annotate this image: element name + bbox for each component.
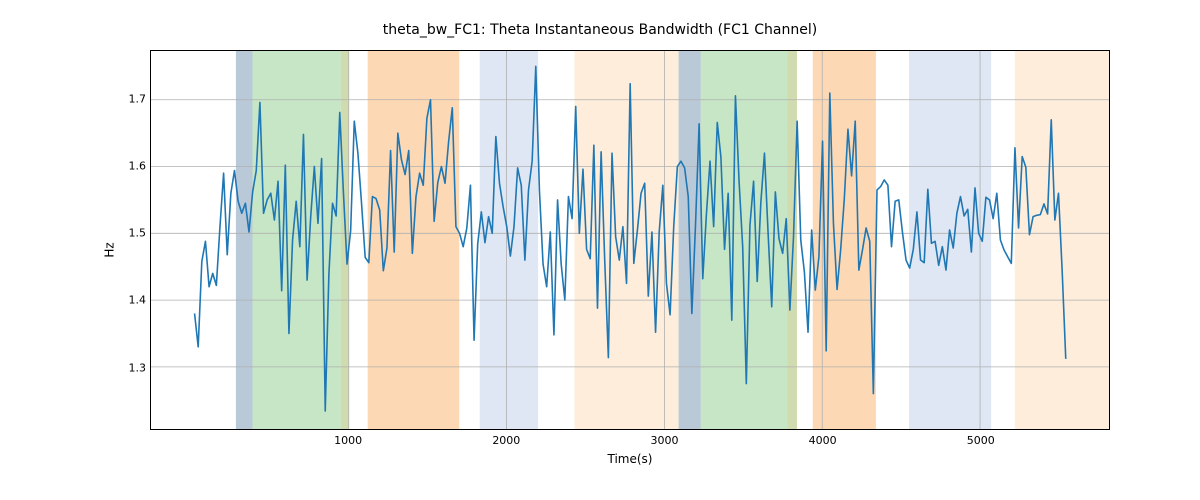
x-tick-label: 4000 xyxy=(809,434,837,447)
chart-title: theta_bw_FC1: Theta Instantaneous Bandwi… xyxy=(0,22,1200,38)
y-tick-label: 1.3 xyxy=(118,361,146,374)
y-tick-label: 1.4 xyxy=(118,294,146,307)
span-lightblue xyxy=(909,51,991,429)
x-tick-label: 1000 xyxy=(334,434,362,447)
y-tick-label: 1.7 xyxy=(118,93,146,106)
span-slate xyxy=(236,51,253,429)
x-tick-label: 5000 xyxy=(967,434,995,447)
plot-svg xyxy=(151,51,1109,429)
span-green xyxy=(252,51,340,429)
span-wheat xyxy=(1015,51,1109,429)
plot-area xyxy=(150,50,1110,430)
x-tick-label: 2000 xyxy=(492,434,520,447)
x-tick-label: 3000 xyxy=(650,434,678,447)
span-olive xyxy=(788,51,797,429)
x-axis-label: Time(s) xyxy=(150,452,1110,466)
figure: theta_bw_FC1: Theta Instantaneous Bandwi… xyxy=(0,0,1200,500)
span-olive xyxy=(341,51,349,429)
y-tick-label: 1.5 xyxy=(118,227,146,240)
y-axis-label: Hz xyxy=(100,0,120,500)
y-tick-label: 1.6 xyxy=(118,160,146,173)
